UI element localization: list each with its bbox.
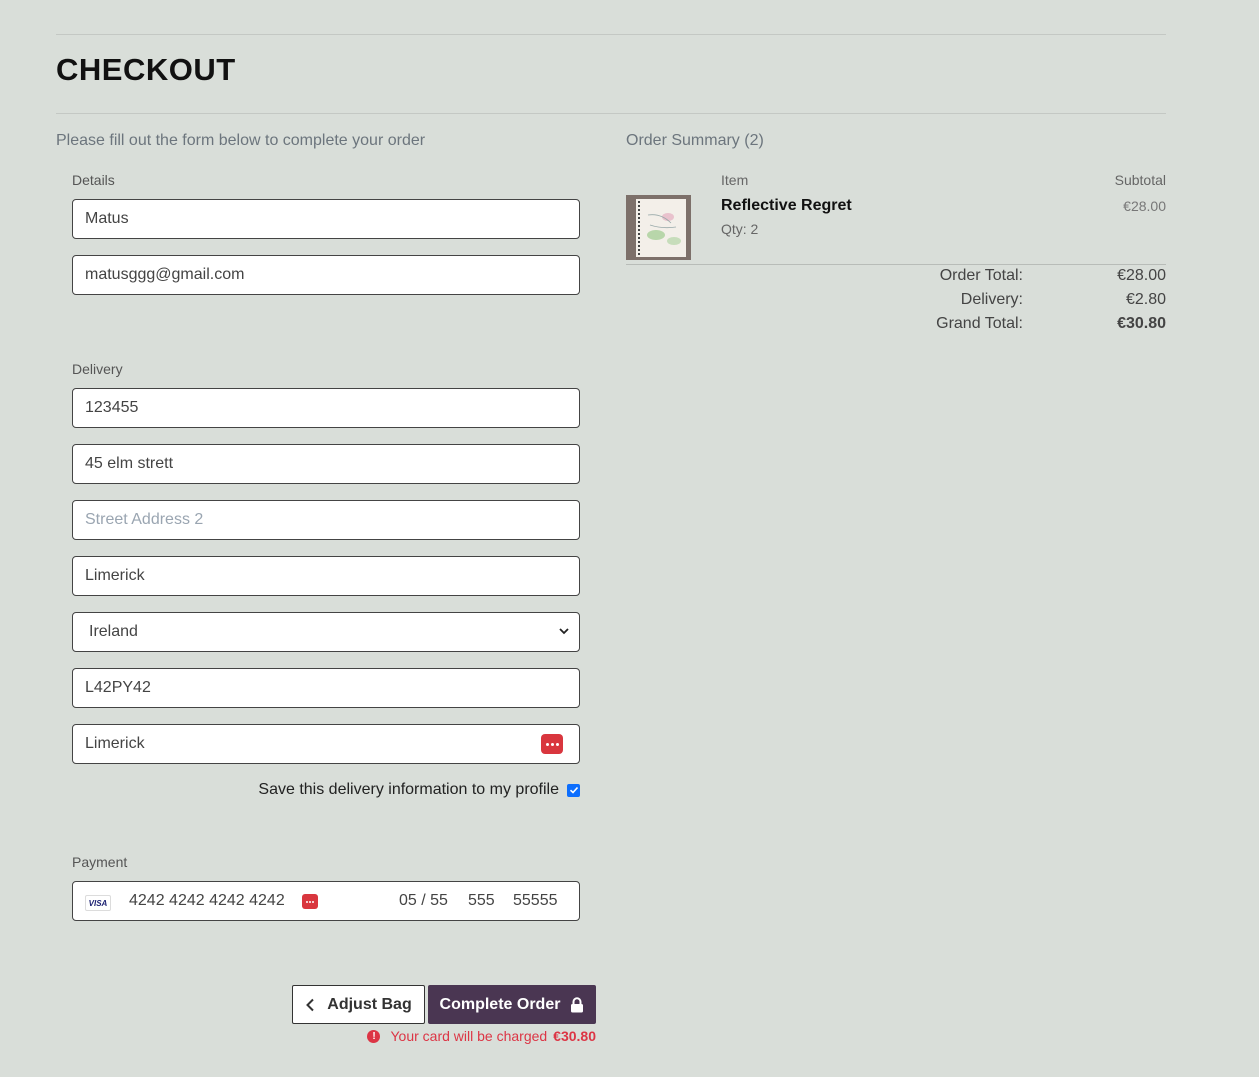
- password-manager-icon[interactable]: [541, 734, 563, 754]
- summary-divider: [626, 264, 1166, 265]
- save-info-checkbox[interactable]: [567, 783, 580, 797]
- title-divider: [56, 113, 1166, 114]
- country-select[interactable]: Ireland: [72, 612, 580, 652]
- warning-circle-icon: !: [367, 1029, 381, 1043]
- item-column-header: Item: [721, 172, 749, 188]
- order-total-label: Order Total:: [939, 267, 1023, 284]
- order-summary-title: Order Summary (2): [626, 132, 764, 149]
- checkmark-icon: [569, 786, 578, 794]
- lock-icon: [571, 996, 584, 1012]
- delivery-cost-label: Delivery:: [960, 291, 1023, 308]
- phone-value: 123455: [85, 399, 139, 416]
- email-input[interactable]: matusggg@gmail.com: [72, 255, 580, 295]
- save-info-row: Save this delivery information to my pro…: [72, 781, 580, 799]
- save-info-label: Save this delivery information to my pro…: [258, 781, 559, 798]
- card-cvc-input[interactable]: 555: [468, 892, 495, 910]
- order-total-value: €28.00: [1117, 267, 1166, 284]
- country-value: Ireland: [89, 623, 138, 640]
- street-address-1-value: 45 elm strett: [85, 455, 174, 472]
- adjust-bag-label: Adjust Bag: [327, 995, 412, 1013]
- charge-notice: ! Your card will be charged €30.80: [367, 1028, 596, 1044]
- details-legend: Details: [72, 172, 115, 188]
- charge-text: Your card will be charged: [390, 1028, 548, 1044]
- product-name: Reflective Regret: [721, 197, 852, 214]
- page-title: CHECKOUT: [56, 52, 236, 87]
- street-address-2-placeholder: Street Address 2: [85, 511, 204, 528]
- card-expiry-input[interactable]: 05 / 55: [399, 892, 448, 910]
- delivery-legend: Delivery: [72, 361, 123, 377]
- postcode-value: L42PY42: [85, 679, 151, 696]
- visa-icon: VISA: [85, 895, 111, 911]
- card-element[interactable]: VISA 4242 4242 4242 4242 05 / 55 555 555…: [72, 881, 580, 921]
- complete-order-button[interactable]: Complete Order: [428, 985, 596, 1024]
- password-manager-icon[interactable]: [302, 894, 318, 909]
- phone-input[interactable]: 123455: [72, 388, 580, 428]
- street-address-1-input[interactable]: 45 elm strett: [72, 444, 580, 484]
- town-value: Limerick: [85, 567, 145, 584]
- card-number-input[interactable]: 4242 4242 4242 4242: [129, 892, 285, 910]
- charge-amount: €30.80: [553, 1028, 596, 1044]
- street-address-2-input[interactable]: Street Address 2: [72, 500, 580, 540]
- grand-total-label: Grand Total:: [936, 315, 1023, 332]
- chevron-down-icon: [559, 628, 569, 635]
- product-subtotal: €28.00: [1123, 198, 1166, 214]
- grand-total-value: €30.80: [1117, 315, 1166, 332]
- full-name-input[interactable]: Matus: [72, 199, 580, 239]
- town-input[interactable]: Limerick: [72, 556, 580, 596]
- complete-order-label: Complete Order: [439, 995, 561, 1013]
- email-value: matusggg@gmail.com: [85, 266, 245, 283]
- product-thumbnail: [626, 195, 691, 260]
- delivery-cost-value: €2.80: [1125, 291, 1166, 308]
- product-quantity: Qty: 2: [721, 221, 759, 237]
- adjust-bag-button[interactable]: Adjust Bag: [292, 985, 425, 1024]
- payment-legend: Payment: [72, 854, 128, 870]
- full-name-value: Matus: [85, 210, 129, 227]
- form-intro: Please fill out the form below to comple…: [56, 132, 426, 149]
- subtotal-column-header: Subtotal: [1114, 172, 1166, 188]
- postcode-input[interactable]: L42PY42: [72, 668, 580, 708]
- county-value: Limerick: [85, 735, 145, 752]
- chevron-left-icon: [306, 998, 314, 1011]
- top-divider: [56, 34, 1166, 35]
- county-input[interactable]: Limerick: [72, 724, 580, 764]
- card-zip-input[interactable]: 55555: [513, 892, 558, 910]
